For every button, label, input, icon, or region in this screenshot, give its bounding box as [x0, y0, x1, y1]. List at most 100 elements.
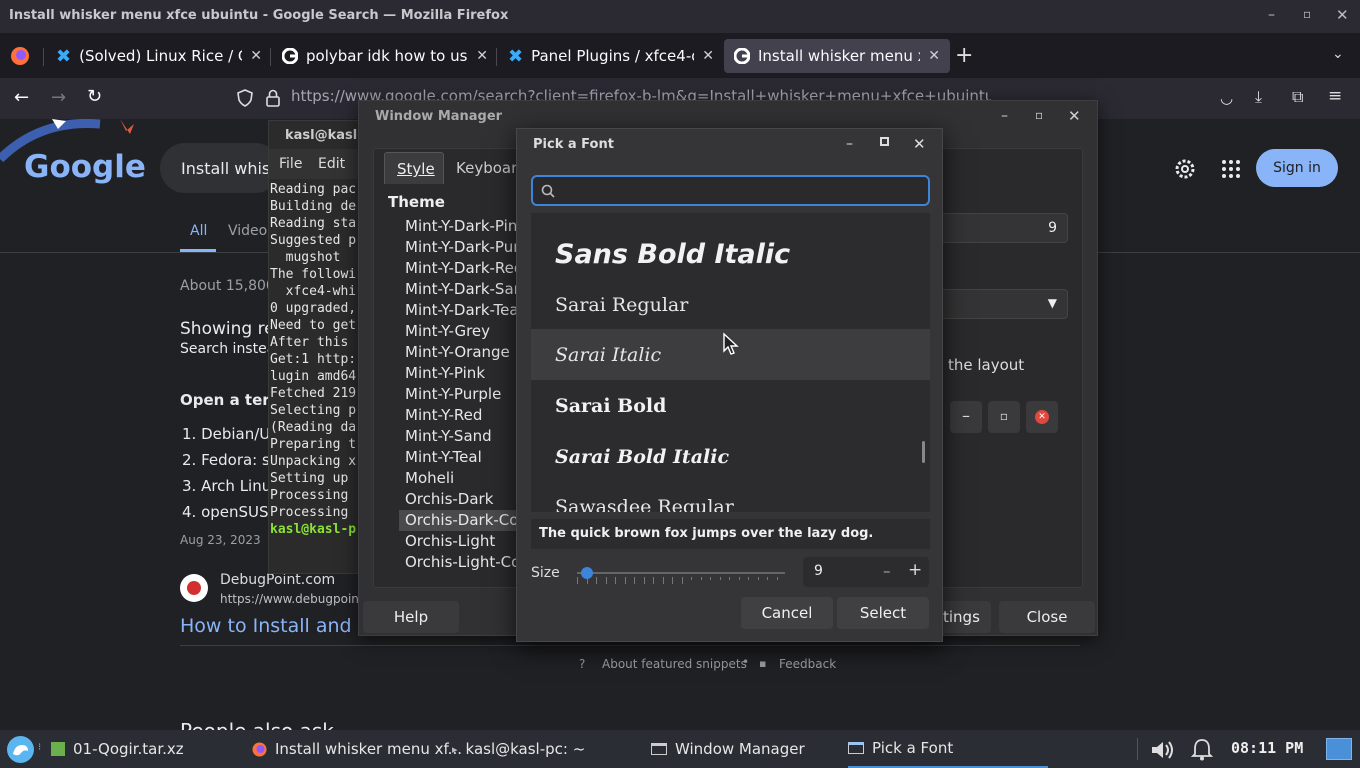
theme-item-selected[interactable]: Orchis-Dark-Cor: [399, 510, 525, 531]
layout-maximize-button[interactable]: ▫: [988, 401, 1020, 433]
font-item[interactable]: Sans Bold Italic: [531, 229, 930, 280]
pick-a-font-dialog[interactable]: Pick a Font – ✕ Sans Bold Italic Sarai R…: [516, 128, 943, 642]
close-button[interactable]: Close: [999, 601, 1095, 633]
theme-item[interactable]: Mint-Y-Dark-Red: [399, 258, 525, 279]
cancel-button[interactable]: Cancel: [741, 597, 833, 629]
increment-button[interactable]: +: [908, 560, 922, 580]
settings-button[interactable]: tings: [943, 601, 991, 633]
maximize-icon[interactable]: ▫: [1035, 108, 1043, 122]
search-box[interactable]: Install whisk: [160, 143, 280, 193]
theme-item[interactable]: Mint-Y-Grey: [399, 321, 525, 342]
theme-item[interactable]: Mint-Y-Dark-Pink: [399, 216, 525, 237]
reload-icon[interactable]: ↻: [87, 86, 102, 107]
scrollbar-thumb[interactable]: [922, 441, 925, 463]
pocket-icon[interactable]: ◡: [1220, 89, 1233, 107]
slider-knob[interactable]: [581, 567, 593, 579]
search-instead[interactable]: Search instea: [180, 341, 275, 357]
clock[interactable]: 08:11 PM: [1231, 739, 1303, 757]
settings-gear-icon[interactable]: [1173, 157, 1197, 181]
close-icon[interactable]: ✕: [1068, 107, 1081, 125]
font-item[interactable]: Sarai Bold Italic: [531, 431, 930, 482]
font-item[interactable]: Sarai Regular: [531, 279, 930, 330]
theme-item[interactable]: Mint-Y-Dark-San: [399, 279, 525, 300]
taskbar-item-window-manager[interactable]: Window Manager: [651, 730, 805, 768]
hamburger-menu-icon[interactable]: ≡: [1328, 86, 1342, 106]
theme-item[interactable]: Moheli: [399, 468, 525, 489]
size-spinbutton[interactable]: 9 – +: [803, 557, 929, 587]
title-alignment-dropdown[interactable]: ▼: [940, 289, 1068, 319]
font-search-field[interactable]: [561, 179, 921, 202]
theme-item[interactable]: Mint-Y-Dark-Teal: [399, 300, 525, 321]
tab-style[interactable]: Style: [384, 152, 444, 184]
select-button[interactable]: Select: [837, 597, 929, 629]
taskbar-item-pick-a-font[interactable]: Pick a Font: [848, 730, 1048, 768]
layout-close-button[interactable]: ✕: [1026, 401, 1058, 433]
decrement-button[interactable]: –: [883, 562, 891, 580]
list-tabs-icon[interactable]: ⌄: [1332, 46, 1344, 62]
tab-close-icon[interactable]: ✕: [928, 48, 940, 64]
site-favicon: [180, 574, 208, 602]
feedback-link[interactable]: Feedback: [779, 657, 836, 671]
lock-icon[interactable]: [266, 89, 280, 107]
font-preview-text[interactable]: The quick brown fox jumps over the lazy …: [531, 519, 930, 549]
downloads-icon[interactable]: ⤓: [1255, 87, 1262, 107]
forward-icon[interactable]: →: [51, 87, 66, 108]
tab-close-icon[interactable]: ✕: [250, 48, 262, 64]
minimize-icon[interactable]: –: [1001, 108, 1008, 124]
menu-file[interactable]: File: [279, 156, 302, 172]
help-button[interactable]: Help: [363, 601, 459, 633]
close-icon[interactable]: ✕: [1336, 6, 1349, 24]
extensions-icon[interactable]: ⧉: [1292, 87, 1303, 107]
terminal-window[interactable]: kasl@kasl-p File Edit Reading pac Buildin…: [268, 120, 372, 574]
minimize-icon[interactable]: –: [1268, 7, 1275, 23]
tab-close-icon[interactable]: ✕: [476, 48, 488, 64]
theme-item[interactable]: Orchis-Dark: [399, 489, 525, 510]
volume-icon[interactable]: [1150, 739, 1176, 761]
notification-bell-icon[interactable]: [1190, 737, 1214, 761]
theme-item[interactable]: Orchis-Light-Co: [399, 552, 525, 573]
show-desktop-icon[interactable]: [1326, 738, 1352, 760]
firefox-menu-icon[interactable]: [10, 46, 30, 66]
theme-item[interactable]: Mint-Y-Sand: [399, 426, 525, 447]
font-list[interactable]: Sans Bold Italic Sarai Regular Sarai Ita…: [531, 213, 930, 512]
theme-item[interactable]: Mint-Y-Teal: [399, 447, 525, 468]
new-tab-icon[interactable]: +: [955, 43, 973, 68]
sign-in-button[interactable]: Sign in: [1256, 149, 1338, 187]
tab-panel-plugins[interactable]: ✖ Panel Plugins / xfce4-do ✕: [498, 39, 724, 73]
menu-edit[interactable]: Edit: [318, 156, 345, 172]
tab-keyboard[interactable]: Keyboar: [456, 159, 517, 177]
layout-minimize-button[interactable]: –: [950, 401, 982, 433]
maximize-icon[interactable]: ▫: [1303, 7, 1311, 21]
font-search-input[interactable]: [531, 175, 930, 206]
font-item[interactable]: Sarai Bold: [531, 380, 930, 431]
about-snippets-link[interactable]: About featured snippets: [602, 657, 747, 671]
taskbar-item-firefox[interactable]: Install whisker menu xf...: [252, 730, 462, 768]
theme-item[interactable]: Mint-Y-Purple: [399, 384, 525, 405]
tab-close-icon[interactable]: ✕: [702, 48, 714, 64]
maximize-icon[interactable]: [880, 137, 889, 146]
google-logo[interactable]: Google: [24, 149, 146, 185]
back-icon[interactable]: ←: [14, 87, 29, 108]
taskbar-item-terminal[interactable]: ▸ kasl@kasl-pc: ~: [452, 730, 585, 768]
window-title: Install whisker menu xfce ubuintu - Goog…: [9, 8, 509, 23]
apps-grid-icon[interactable]: [1221, 159, 1241, 179]
shield-icon[interactable]: [237, 89, 253, 107]
font-item[interactable]: Sawasdee Regular: [531, 483, 930, 512]
font-size-field[interactable]: 9: [940, 213, 1068, 243]
theme-item[interactable]: Mint-Y-Dark-Purp: [399, 237, 525, 258]
tab-polybar[interactable]: polybar idk how to use ✕: [272, 39, 498, 73]
tab-linux-rice[interactable]: ✖ (Solved) Linux Rice / Ge ✕: [46, 39, 272, 73]
taskbar-item-archive[interactable]: 01-Qogir.tar.xz: [51, 730, 184, 768]
minimize-icon[interactable]: –: [846, 136, 853, 152]
tab-install-whisker[interactable]: Install whisker menu xfce ✕: [724, 39, 950, 73]
nav-all[interactable]: All: [190, 223, 207, 239]
result-title-link[interactable]: How to Install and U: [180, 615, 372, 637]
size-slider[interactable]: [577, 567, 785, 587]
theme-item[interactable]: Orchis-Light: [399, 531, 525, 552]
whisker-menu-icon[interactable]: [7, 736, 34, 763]
theme-item[interactable]: Mint-Y-Orange: [399, 342, 525, 363]
close-icon[interactable]: ✕: [913, 135, 926, 153]
theme-item[interactable]: Mint-Y-Red: [399, 405, 525, 426]
theme-item[interactable]: Mint-Y-Pink: [399, 363, 525, 384]
slider-tick: [577, 577, 578, 584]
